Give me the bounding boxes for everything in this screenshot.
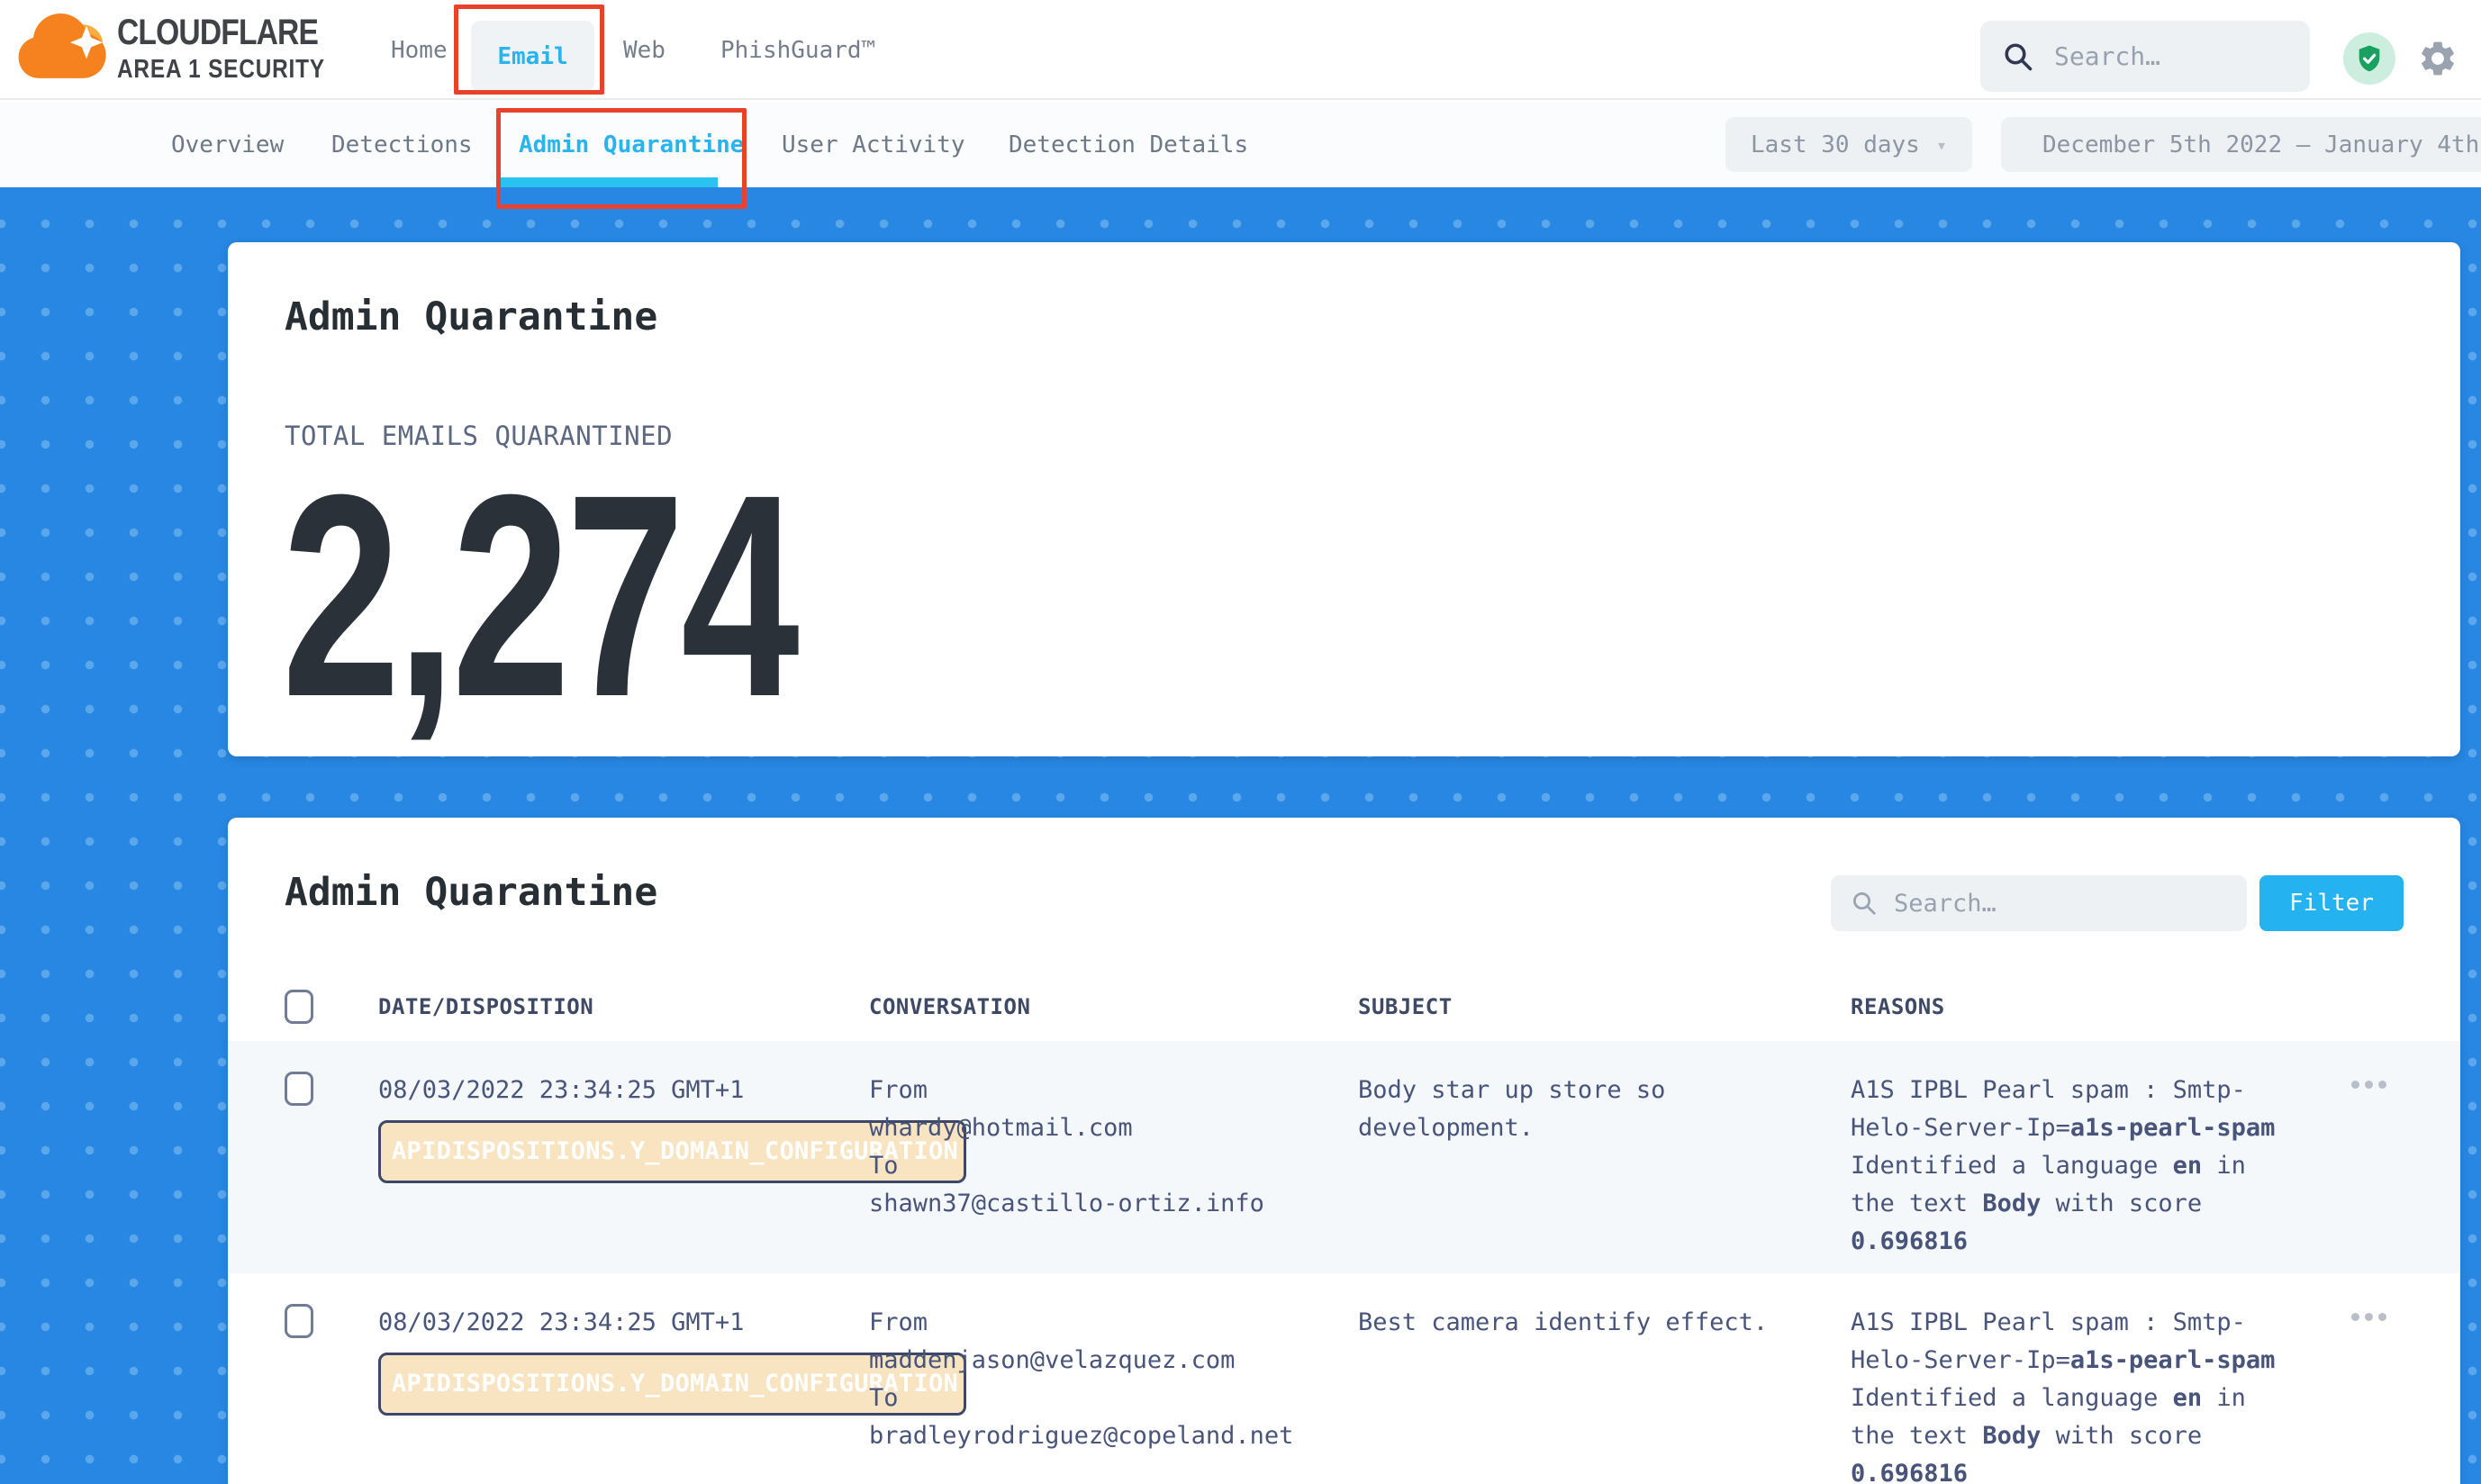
row-actions-button[interactable] — [2328, 1041, 2460, 1273]
to-address: bradleyrodriguez@copeland.net — [869, 1417, 1358, 1455]
select-all-checkbox[interactable] — [285, 990, 313, 1024]
column-header-conversation: CONVERSATION — [869, 994, 1358, 1019]
chevron-down-icon: ▾ — [1936, 134, 1947, 156]
column-header-subject: SUBJECT — [1358, 994, 1851, 1019]
cloudflare-logo: CLOUDFLARE AREA 1 SECURITY — [16, 7, 365, 90]
from-address: maddenjason@velazquez.com — [869, 1342, 1358, 1380]
search-icon — [1851, 890, 1878, 917]
row-checkbox[interactable] — [285, 1304, 313, 1338]
cell-subject: Best camera identify effect. — [1358, 1273, 1851, 1484]
brand-name: CLOUDFLARE — [117, 13, 325, 53]
stats-card-title: Admin Quarantine — [285, 294, 657, 339]
tab-detection-details[interactable]: Detection Details — [1009, 102, 1248, 187]
search-icon — [2002, 41, 2034, 73]
date-range-display[interactable]: December 5th 2022 — January 4th 2023 — [2001, 117, 2481, 172]
ellipsis-icon — [2351, 1081, 2386, 1273]
from-address: whardy@hotmail.com — [869, 1109, 1358, 1147]
top-nav: CLOUDFLARE AREA 1 SECURITY Home Email We… — [0, 0, 2481, 100]
tab-detections[interactable]: Detections — [331, 102, 473, 187]
gear-icon[interactable] — [2417, 38, 2458, 79]
nav-item-web[interactable]: Web — [623, 0, 666, 100]
nav-item-phishguard[interactable]: PhishGuard™ — [720, 0, 875, 100]
tab-admin-quarantine[interactable]: Admin Quarantine — [519, 102, 744, 187]
table-search-input[interactable] — [1894, 890, 2191, 918]
filter-button[interactable]: Filter — [2259, 875, 2404, 931]
table-card-title: Admin Quarantine — [285, 870, 657, 915]
global-search[interactable] — [1980, 21, 2310, 92]
column-header-reasons: REASONS — [1851, 994, 2328, 1019]
dotted-background: Admin Quarantine TOTAL EMAILS QUARANTINE… — [0, 187, 2481, 1484]
security-status-button[interactable] — [2343, 32, 2395, 85]
row-actions-button[interactable] — [2328, 1273, 2460, 1484]
stat-value: 2,274 — [282, 451, 795, 739]
date-range-selector[interactable]: Last 30 days ▾ — [1725, 117, 1972, 172]
cell-reasons: A1S IPBL Pearl spam : Smtp-Helo-Server-I… — [1851, 1273, 2328, 1484]
row-checkbox[interactable] — [285, 1072, 313, 1106]
table-search[interactable] — [1831, 875, 2247, 931]
ellipsis-icon — [2351, 1313, 2386, 1484]
tab-user-activity[interactable]: User Activity — [782, 102, 965, 187]
table-row[interactable]: 08/03/2022 23:34:25 GMT+1 From maddenjas… — [228, 1273, 2460, 1484]
table-body: 08/03/2022 23:34:25 GMT+1 From whardy@ho… — [228, 1041, 2460, 1484]
date-range-text: December 5th 2022 — January 4th 2023 — [2042, 131, 2481, 158]
app-screen: CLOUDFLARE AREA 1 SECURITY Home Email We… — [0, 0, 2481, 1484]
cell-conversation: From whardy@hotmail.com To shawn37@casti… — [869, 1041, 1358, 1273]
table-row[interactable]: 08/03/2022 23:34:25 GMT+1 From whardy@ho… — [228, 1041, 2460, 1273]
nav-item-email[interactable]: Email — [471, 21, 594, 92]
date-range-selector-label: Last 30 days — [1751, 131, 1920, 158]
from-label: From — [869, 1304, 1358, 1342]
from-label: From — [869, 1072, 1358, 1109]
active-tab-underline — [498, 177, 718, 187]
section-tabs: Overview Detections Admin Quarantine Use… — [0, 102, 2481, 187]
to-address: shawn37@castillo-ortiz.info — [869, 1185, 1358, 1223]
tab-overview[interactable]: Overview — [171, 102, 284, 187]
to-label: To — [869, 1380, 1358, 1417]
brand-subtitle: AREA 1 SECURITY — [117, 55, 325, 85]
to-label: To — [869, 1147, 1358, 1185]
global-search-input[interactable] — [2054, 41, 2270, 71]
cell-conversation: From maddenjason@velazquez.com To bradle… — [869, 1273, 1358, 1484]
cell-subject: Body star up store so development. — [1358, 1041, 1851, 1273]
column-header-date: DATE/DISPOSITION — [378, 994, 869, 1019]
stats-card: Admin Quarantine TOTAL EMAILS QUARANTINE… — [228, 242, 2460, 756]
table-header-row: DATE/DISPOSITION CONVERSATION SUBJECT RE… — [228, 973, 2460, 1041]
nav-item-home[interactable]: Home — [391, 0, 448, 100]
cell-reasons: A1S IPBL Pearl spam : Smtp-Helo-Server-I… — [1851, 1041, 2328, 1273]
shield-check-icon — [2354, 43, 2385, 74]
cloudflare-cloud-icon — [16, 7, 110, 90]
quarantine-table-card: Admin Quarantine Filter DATE/DISPOSITION… — [228, 818, 2460, 1484]
